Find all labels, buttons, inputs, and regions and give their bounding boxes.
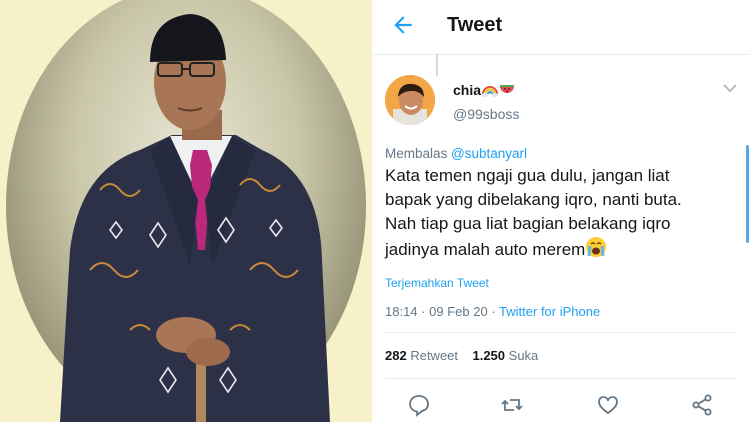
divider [385,332,737,333]
tweet-time: 18:14 [385,304,418,319]
meta-separator: · [421,304,426,319]
user-display-name[interactable]: chia [453,82,481,98]
chevron-down-icon[interactable] [722,82,738,94]
watermelon-icon [500,85,514,93]
like-count-link[interactable]: 1.250 Suka [472,348,538,363]
tweet-date: 09 Feb 20 [429,304,488,319]
tweet-line: bapak yang dibelakang iqro, nanti buta. [385,190,682,209]
avatar-image [385,75,435,125]
retweet-count-link[interactable]: 282 Retweet [385,348,458,363]
share-icon[interactable] [690,393,714,417]
user-handle[interactable]: @99sboss [453,106,519,122]
reply-mention-link[interactable]: @subtanyarl [451,146,527,161]
tweet-line: Kata temen ngaji gua dulu, jangan liat [385,166,670,185]
like-label: Suka [508,348,539,363]
retweet-label: Retweet [410,348,459,363]
tweet-line-last: jadinya malah auto merem [385,236,745,262]
meta-separator: · [491,304,496,319]
crying-face-icon [586,237,607,257]
replying-prefix: Membalas [385,146,448,161]
like-count: 1.250 [472,348,506,363]
heart-icon[interactable] [596,393,620,417]
tweet-line: Nah tiap gua liat bagian belakang iqro [385,214,671,233]
translate-tweet-link[interactable]: Terjemahkan Tweet [385,276,489,290]
reply-icon[interactable] [407,393,431,417]
tweet-meta: 18:14 · 09 Feb 20 · Twitter for iPhone [385,304,600,319]
divider [385,378,737,379]
tweet-line: jadinya malah auto merem [385,240,586,259]
retweet-icon[interactable] [500,393,524,417]
avatar[interactable] [385,75,435,125]
replying-to: Membalas @subtanyarl [385,146,527,161]
tweet-stats: 282 Retweet 1.250 Suka [385,348,538,363]
header-bar: Tweet [372,0,750,55]
thread-connector-line [436,54,438,76]
back-arrow-icon[interactable] [390,12,416,38]
tweet-panel: Tweet chia @99sboss Membalas @subtanyarl… [372,0,750,422]
name-emojis [482,81,522,99]
tweet-text: Kata temen ngaji gua dulu, jangan liat b… [385,164,745,262]
photo-panel [0,0,372,422]
portrait-photo [60,14,330,422]
page-title: Tweet [447,14,503,36]
scrollbar[interactable] [746,145,749,243]
tweet-source-link[interactable]: Twitter for iPhone [499,304,600,319]
retweet-count: 282 [385,348,407,363]
rainbow-icon [482,86,498,97]
